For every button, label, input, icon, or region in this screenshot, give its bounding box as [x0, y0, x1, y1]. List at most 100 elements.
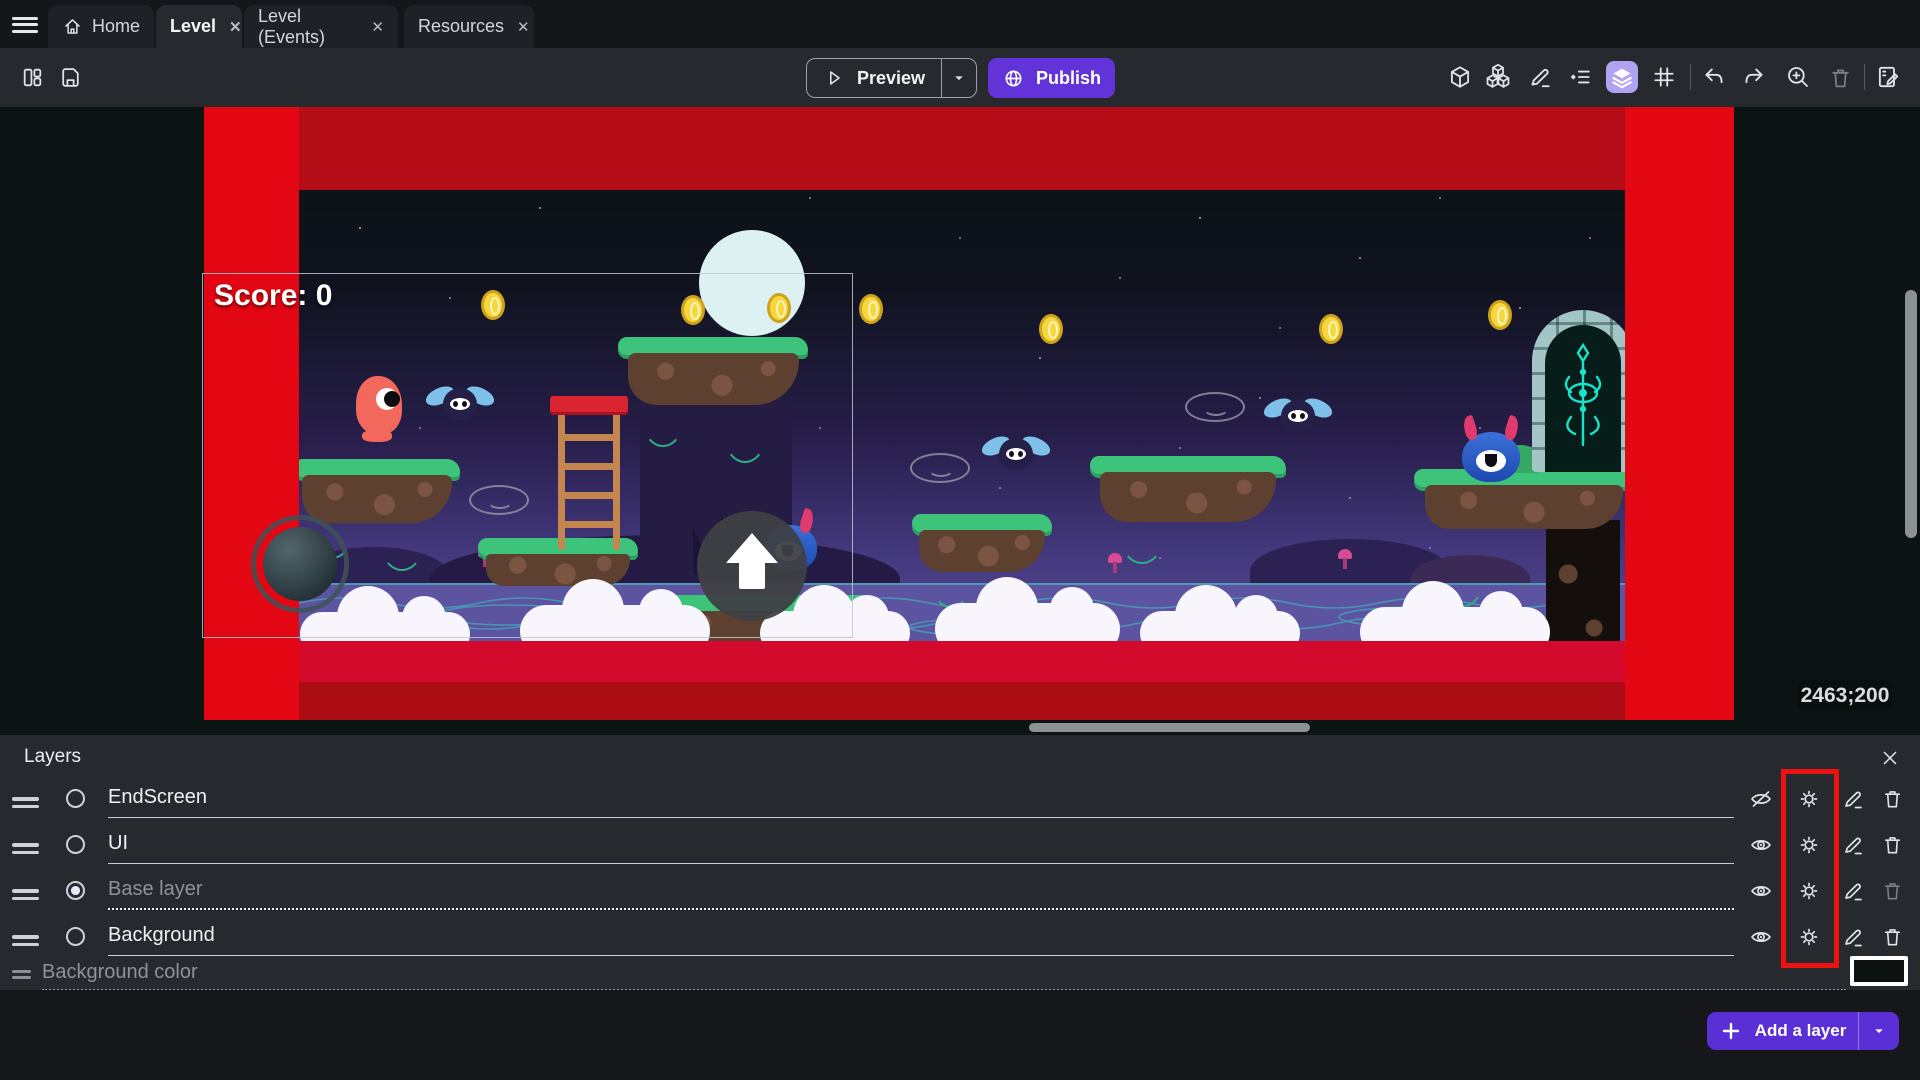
virtual-joystick-knob[interactable] — [263, 527, 337, 601]
layers-panel-button[interactable] — [1606, 61, 1638, 93]
level-border-bottom-outer[interactable] — [204, 682, 1734, 720]
drag-handle-icon[interactable] — [12, 885, 39, 904]
drag-handle-icon — [12, 967, 31, 982]
platform[interactable] — [1090, 456, 1286, 522]
zoom-in-icon — [1785, 64, 1811, 90]
layer-name[interactable]: EndScreen — [108, 786, 207, 809]
delete-layer-button[interactable] — [1881, 787, 1905, 811]
layer-radio[interactable] — [66, 927, 85, 946]
publish-button[interactable]: Publish — [988, 58, 1115, 98]
edit-layer-button[interactable] — [1841, 879, 1865, 903]
preview-button-main[interactable]: Preview — [807, 59, 941, 97]
edit-layer-button[interactable] — [1841, 925, 1865, 949]
zoom-button[interactable] — [1782, 61, 1814, 93]
annotation-highlight — [1781, 769, 1839, 968]
background-color-swatch[interactable] — [1850, 956, 1908, 986]
tab-home[interactable]: Home — [48, 5, 154, 48]
layer-radio[interactable] — [66, 835, 85, 854]
drag-handle-icon[interactable] — [12, 839, 39, 858]
hamburger-menu-icon[interactable] — [12, 13, 40, 35]
layer-row-background[interactable]: Background — [0, 915, 1920, 961]
portal-ornament — [1553, 332, 1613, 466]
platform-dirt — [919, 530, 1045, 572]
portal[interactable] — [1532, 310, 1634, 472]
redo-button[interactable] — [1738, 61, 1770, 93]
visibility-off-button[interactable] — [1749, 787, 1773, 811]
add-layer-button[interactable]: Add a layer — [1707, 1012, 1899, 1050]
grid-button[interactable] — [1648, 61, 1680, 93]
horned-enemy[interactable] — [1462, 432, 1520, 482]
edit-button[interactable] — [1524, 61, 1556, 93]
background-color-row[interactable]: Background color — [0, 957, 1920, 991]
instances-list-button[interactable] — [1564, 61, 1596, 93]
home-icon — [62, 16, 83, 37]
platform[interactable] — [1414, 469, 1634, 529]
edit-layer-button[interactable] — [1841, 833, 1865, 857]
layer-row-base-layer[interactable]: Base layer — [0, 869, 1920, 915]
scene-editor-canvas[interactable]: Score: 0 2463;200 — [0, 107, 1920, 733]
preview-button[interactable]: Preview — [806, 58, 977, 98]
tab-level-events[interactable]: Level (Events) ✕ — [244, 5, 398, 48]
scene-properties-icon — [1875, 64, 1901, 90]
platform[interactable] — [912, 514, 1052, 572]
add-layer-dropdown[interactable] — [1858, 1012, 1899, 1050]
scene-properties-button[interactable] — [1872, 61, 1904, 93]
plus-icon — [1719, 1019, 1743, 1043]
layer-row-ui[interactable]: UI — [0, 823, 1920, 869]
toolbar: Preview Publish — [0, 48, 1920, 107]
layer-radio[interactable] — [66, 789, 85, 808]
delete-layer-button[interactable] — [1881, 833, 1905, 857]
globe-icon — [1002, 67, 1025, 90]
panels-icon — [20, 65, 45, 90]
level-border-bottom[interactable] — [204, 641, 1734, 682]
delete-layer-button[interactable] — [1881, 925, 1905, 949]
vertical-scrollbar[interactable] — [1905, 290, 1917, 538]
drag-handle-icon[interactable] — [12, 931, 39, 950]
close-icon[interactable]: ✕ — [517, 18, 530, 36]
edit-layer-button[interactable] — [1841, 787, 1865, 811]
trash-icon — [1881, 925, 1904, 948]
trash-icon — [1828, 65, 1853, 90]
objects-list-button[interactable] — [1482, 61, 1514, 93]
preview-label: Preview — [857, 68, 925, 89]
close-icon[interactable]: ✕ — [371, 18, 384, 36]
save-button[interactable] — [56, 63, 84, 91]
drag-handle-icon[interactable] — [12, 793, 39, 812]
mushroom — [1108, 553, 1122, 573]
level-border-top[interactable] — [204, 107, 1734, 190]
add-object-button[interactable] — [1444, 61, 1476, 93]
edit-pencil-icon — [1841, 879, 1865, 903]
jump-button[interactable] — [697, 511, 807, 621]
bat-enemy[interactable] — [1263, 392, 1333, 444]
background-color-label: Background color — [42, 961, 198, 984]
coin[interactable] — [1488, 300, 1512, 330]
visibility-button[interactable] — [1749, 879, 1773, 903]
tab-resources[interactable]: Resources ✕ — [404, 5, 534, 48]
level-border-right[interactable] — [1625, 107, 1734, 720]
coin[interactable] — [1319, 314, 1343, 344]
score-text[interactable]: Score: 0 — [214, 279, 332, 313]
toolbar-divider — [1690, 64, 1691, 90]
visibility-button[interactable] — [1749, 925, 1773, 949]
visibility-button[interactable] — [1749, 833, 1773, 857]
horizontal-scrollbar[interactable] — [1029, 723, 1310, 732]
layer-name[interactable]: Base layer — [108, 878, 203, 901]
close-icon[interactable] — [1879, 747, 1903, 771]
layer-name[interactable]: Background — [108, 924, 215, 947]
platform-dirt — [1100, 472, 1276, 522]
preview-dropdown[interactable] — [941, 59, 976, 97]
close-icon[interactable]: ✕ — [229, 18, 242, 36]
up-arrow-icon — [726, 533, 778, 563]
tab-level[interactable]: Level ✕ — [156, 5, 242, 48]
panels-button[interactable] — [18, 63, 46, 91]
layer-name[interactable]: UI — [108, 832, 128, 855]
coin[interactable] — [1039, 314, 1063, 344]
layer-row-endscreen[interactable]: EndScreen — [0, 777, 1920, 823]
layer-radio-selected[interactable] — [66, 881, 85, 900]
play-icon — [823, 67, 845, 89]
coin[interactable] — [859, 294, 883, 324]
delete-button[interactable] — [1824, 61, 1856, 93]
bat-body — [999, 438, 1033, 470]
bat-enemy[interactable] — [981, 430, 1051, 482]
undo-button[interactable] — [1698, 61, 1730, 93]
